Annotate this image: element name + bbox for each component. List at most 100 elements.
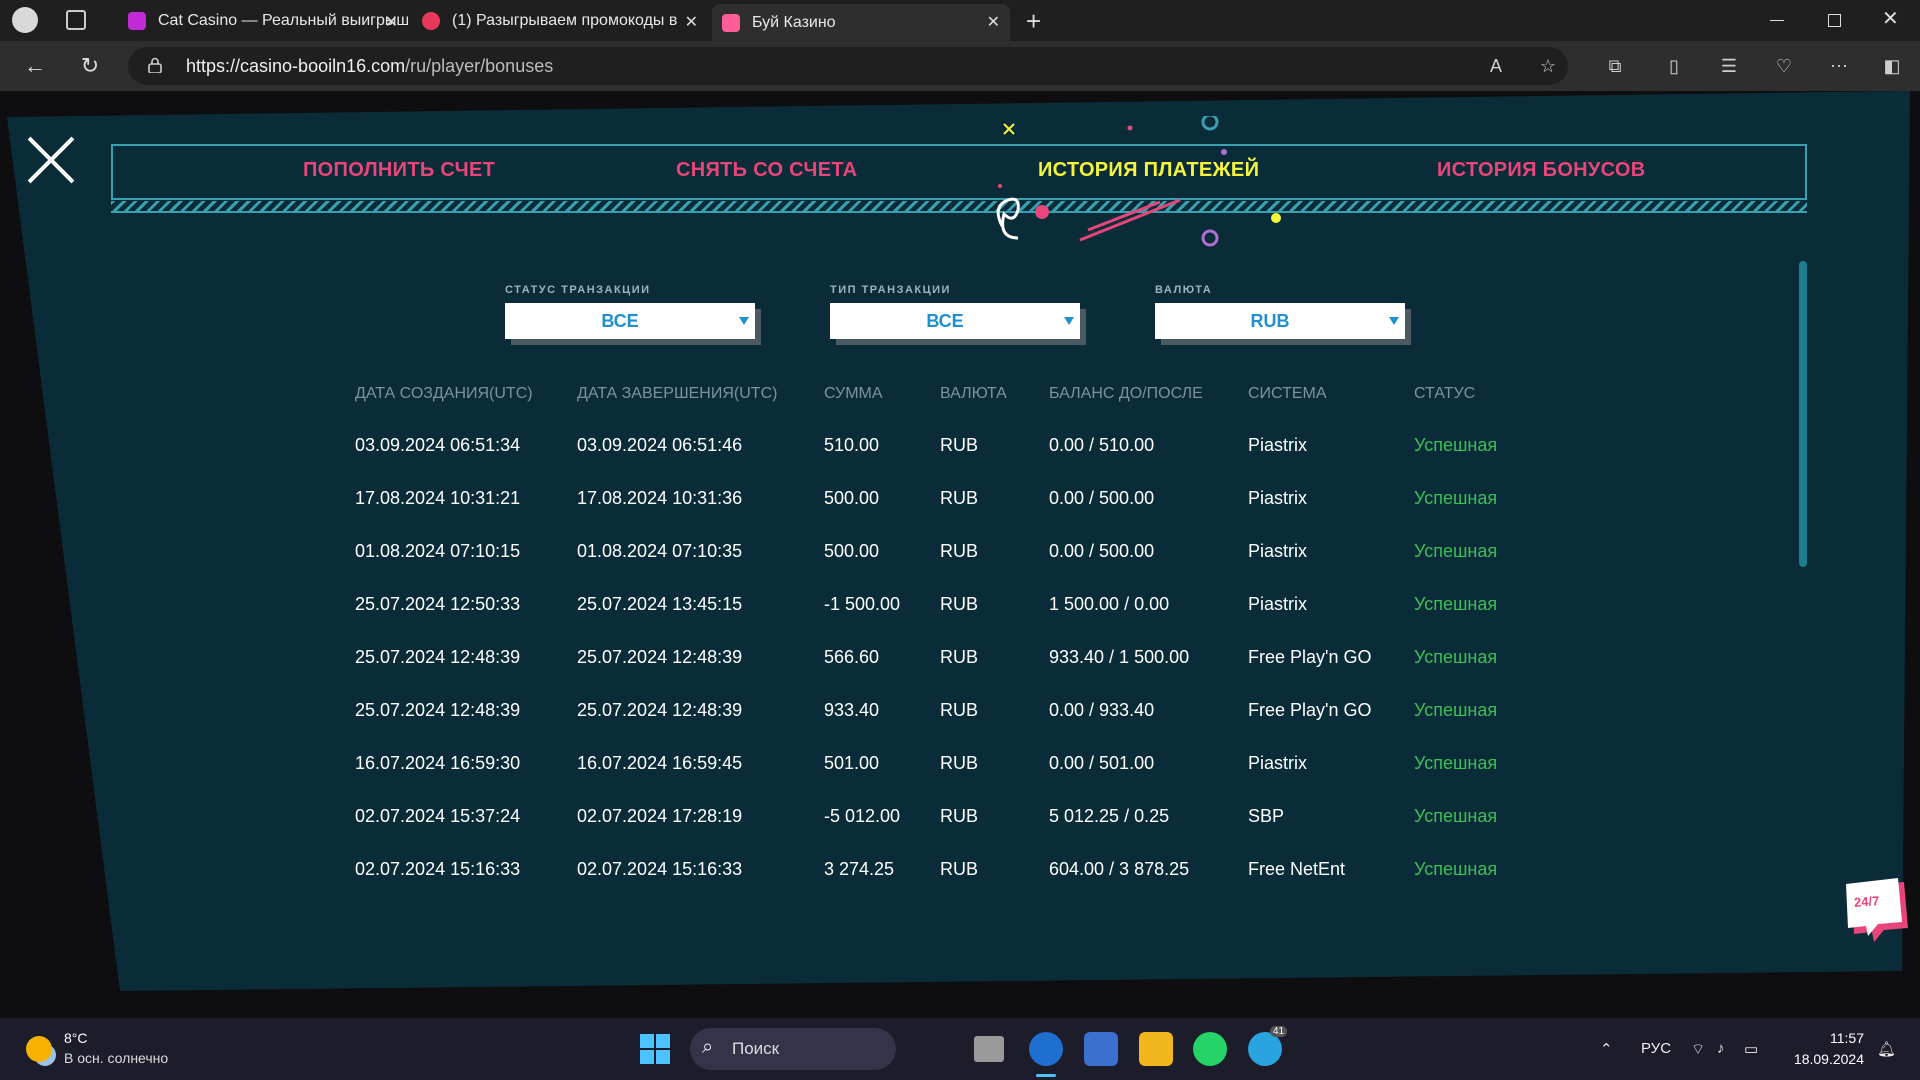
col-amount: СУММА xyxy=(824,385,883,402)
clock-date[interactable]: 18.09.2024 xyxy=(1784,1051,1864,1067)
cell-status: Успешная xyxy=(1414,647,1498,667)
tab-cat-casino[interactable]: Cat Casino — Реальный выигрыш ✕ xyxy=(118,4,408,38)
chevron-down-icon xyxy=(1389,317,1399,325)
volume-icon[interactable]: ♪ xyxy=(1717,1040,1725,1057)
close-tab-icon[interactable]: ✕ xyxy=(385,12,398,32)
weather-temp: 8°C xyxy=(64,1030,88,1046)
browser-tab-bar: Cat Casino — Реальный выигрыш ✕ (1) Разы… xyxy=(0,0,1920,41)
cell-status: Успешная xyxy=(1414,700,1498,720)
tab-deposit[interactable]: ПОПОЛНИТЬ СЧЕТ xyxy=(303,159,495,182)
url-text: https://casino-booiln16.com/ru/player/bo… xyxy=(186,56,553,77)
filter-currency-label: ВАЛЮТА xyxy=(1155,284,1213,296)
active-app-indicator xyxy=(1036,1074,1056,1077)
cell-amount: 500.00 xyxy=(824,541,880,561)
reload-icon[interactable]: ↻ xyxy=(77,53,103,79)
more-menu-icon[interactable]: ⋯ xyxy=(1827,54,1851,78)
ms-store-icon[interactable] xyxy=(1084,1032,1118,1066)
start-button-icon[interactable] xyxy=(640,1034,670,1064)
booi-favicon-icon xyxy=(722,13,740,32)
cell-created: 02.07.2024 15:37:24 xyxy=(355,806,521,826)
cell-completed: 02.07.2024 15:16:33 xyxy=(577,859,743,879)
weather-desc: В осн. солнечно xyxy=(64,1050,169,1066)
cell-completed: 25.07.2024 12:48:39 xyxy=(577,700,743,720)
filter-type-select[interactable]: ВСЕ xyxy=(830,303,1080,339)
task-view-icon[interactable] xyxy=(974,1036,1004,1062)
browser-essentials-icon[interactable]: ♡ xyxy=(1772,54,1796,78)
tab-promocodes[interactable]: (1) Разыгрываем промокоды в к ✕ xyxy=(412,4,708,38)
cell-status: Успешная xyxy=(1414,753,1498,773)
back-icon[interactable]: ← xyxy=(22,53,48,79)
select-value: ВСЕ xyxy=(926,311,964,331)
read-aloud-icon[interactable]: A xyxy=(1484,54,1508,78)
cell-status: Успешная xyxy=(1414,806,1498,826)
cell-currency: RUB xyxy=(940,488,979,508)
weather-icon[interactable] xyxy=(26,1036,52,1062)
cell-balance: 0.00 / 500.00 xyxy=(1049,541,1155,561)
tab-withdraw[interactable]: СНЯТЬ СО СЧЕТА xyxy=(676,159,857,182)
sidebar-toggle-icon[interactable]: ◧ xyxy=(1880,54,1904,78)
favorites-icon[interactable]: ☰ xyxy=(1717,54,1741,78)
taskbar-search[interactable]: ⌕ Поиск xyxy=(690,1028,896,1070)
cell-amount: 510.00 xyxy=(824,435,880,455)
cell-amount: 933.40 xyxy=(824,700,880,720)
minimize-icon[interactable] xyxy=(1770,20,1784,21)
whatsapp-icon[interactable] xyxy=(1193,1032,1227,1066)
filter-status-label: СТАТУС ТРАНЗАКЦИИ xyxy=(505,284,651,296)
cell-amount: -5 012.00 xyxy=(824,806,901,826)
cell-system: Piastrix xyxy=(1248,488,1308,508)
extensions-icon[interactable]: ⧉ xyxy=(1603,54,1627,78)
cell-created: 02.07.2024 15:16:33 xyxy=(355,859,521,879)
close-tab-icon[interactable]: ✕ xyxy=(987,12,1000,32)
url-field[interactable]: https://casino-booiln16.com/ru/player/bo… xyxy=(128,47,1568,85)
scrollbar-thumb[interactable] xyxy=(1799,261,1807,567)
new-tab-icon[interactable]: + xyxy=(1026,6,1041,37)
cell-created: 01.08.2024 07:10:15 xyxy=(355,541,521,561)
cell-amount: 501.00 xyxy=(824,753,880,773)
select-value: RUB xyxy=(1250,311,1290,331)
filter-status-select[interactable]: ВСЕ xyxy=(505,303,755,339)
close-tab-icon[interactable]: ✕ xyxy=(685,12,698,32)
col-status: СТАТУС xyxy=(1414,385,1476,402)
battery-icon[interactable]: ▭ xyxy=(1744,1040,1758,1058)
cell-balance: 1 500.00 / 0.00 xyxy=(1049,594,1170,614)
telegram-icon[interactable] xyxy=(1248,1032,1282,1066)
workspaces-icon[interactable] xyxy=(66,10,86,30)
cell-status: Успешная xyxy=(1414,435,1498,455)
cell-completed: 25.07.2024 13:45:15 xyxy=(577,594,743,614)
edge-browser-icon[interactable] xyxy=(1029,1032,1063,1066)
tab-title: (1) Разыгрываем промокоды в к xyxy=(452,12,682,29)
cell-currency: RUB xyxy=(940,647,979,667)
promocodes-favicon-icon xyxy=(422,12,440,30)
profile-icon[interactable] xyxy=(12,7,38,33)
filter-currency-select[interactable]: RUB xyxy=(1155,303,1405,339)
tab-booi-casino[interactable]: Буй Казино ✕ xyxy=(712,4,1010,41)
cell-created: 17.08.2024 10:31:21 xyxy=(355,488,521,508)
cell-currency: RUB xyxy=(940,806,979,826)
clock-time[interactable]: 11:57 xyxy=(1794,1030,1864,1046)
maximize-icon[interactable] xyxy=(1828,14,1841,27)
cell-system: Piastrix xyxy=(1248,541,1308,561)
split-screen-icon[interactable]: ▯ xyxy=(1662,54,1686,78)
chat-bubble-icon xyxy=(1846,878,1908,942)
cell-system: Piastrix xyxy=(1248,753,1308,773)
windows-taskbar: 8°C В осн. солнечно ⌕ Поиск 41 ⌃ РУС ⌔ ♪… xyxy=(0,1018,1920,1080)
cell-completed: 01.08.2024 07:10:35 xyxy=(577,541,743,561)
input-language[interactable]: РУС xyxy=(1641,1040,1671,1057)
close-window-icon[interactable]: ✕ xyxy=(1882,6,1899,31)
favorite-star-icon[interactable]: ☆ xyxy=(1536,54,1560,78)
cell-balance: 933.40 / 1 500.00 xyxy=(1049,647,1190,667)
cell-currency: RUB xyxy=(940,753,979,773)
notifications-bell-icon[interactable]: 🔔︎ xyxy=(1877,1040,1896,1058)
close-modal-icon[interactable] xyxy=(26,135,76,185)
file-explorer-icon[interactable] xyxy=(1139,1032,1173,1066)
cell-created: 25.07.2024 12:50:33 xyxy=(355,594,521,614)
cell-currency: RUB xyxy=(940,435,979,455)
cell-created: 25.07.2024 12:48:39 xyxy=(355,647,521,667)
support-chat-button[interactable]: 24/7 xyxy=(1844,876,1914,946)
filter-type-label: ТИП ТРАНЗАКЦИИ xyxy=(830,284,951,296)
cell-status: Успешная xyxy=(1414,859,1498,879)
lock-icon xyxy=(148,57,162,73)
tray-chevron-up-icon[interactable]: ⌃ xyxy=(1600,1040,1613,1058)
tab-bonus-history[interactable]: ИСТОРИЯ БОНУСОВ xyxy=(1437,159,1646,182)
wifi-icon[interactable]: ⌔ xyxy=(1691,1040,1705,1059)
